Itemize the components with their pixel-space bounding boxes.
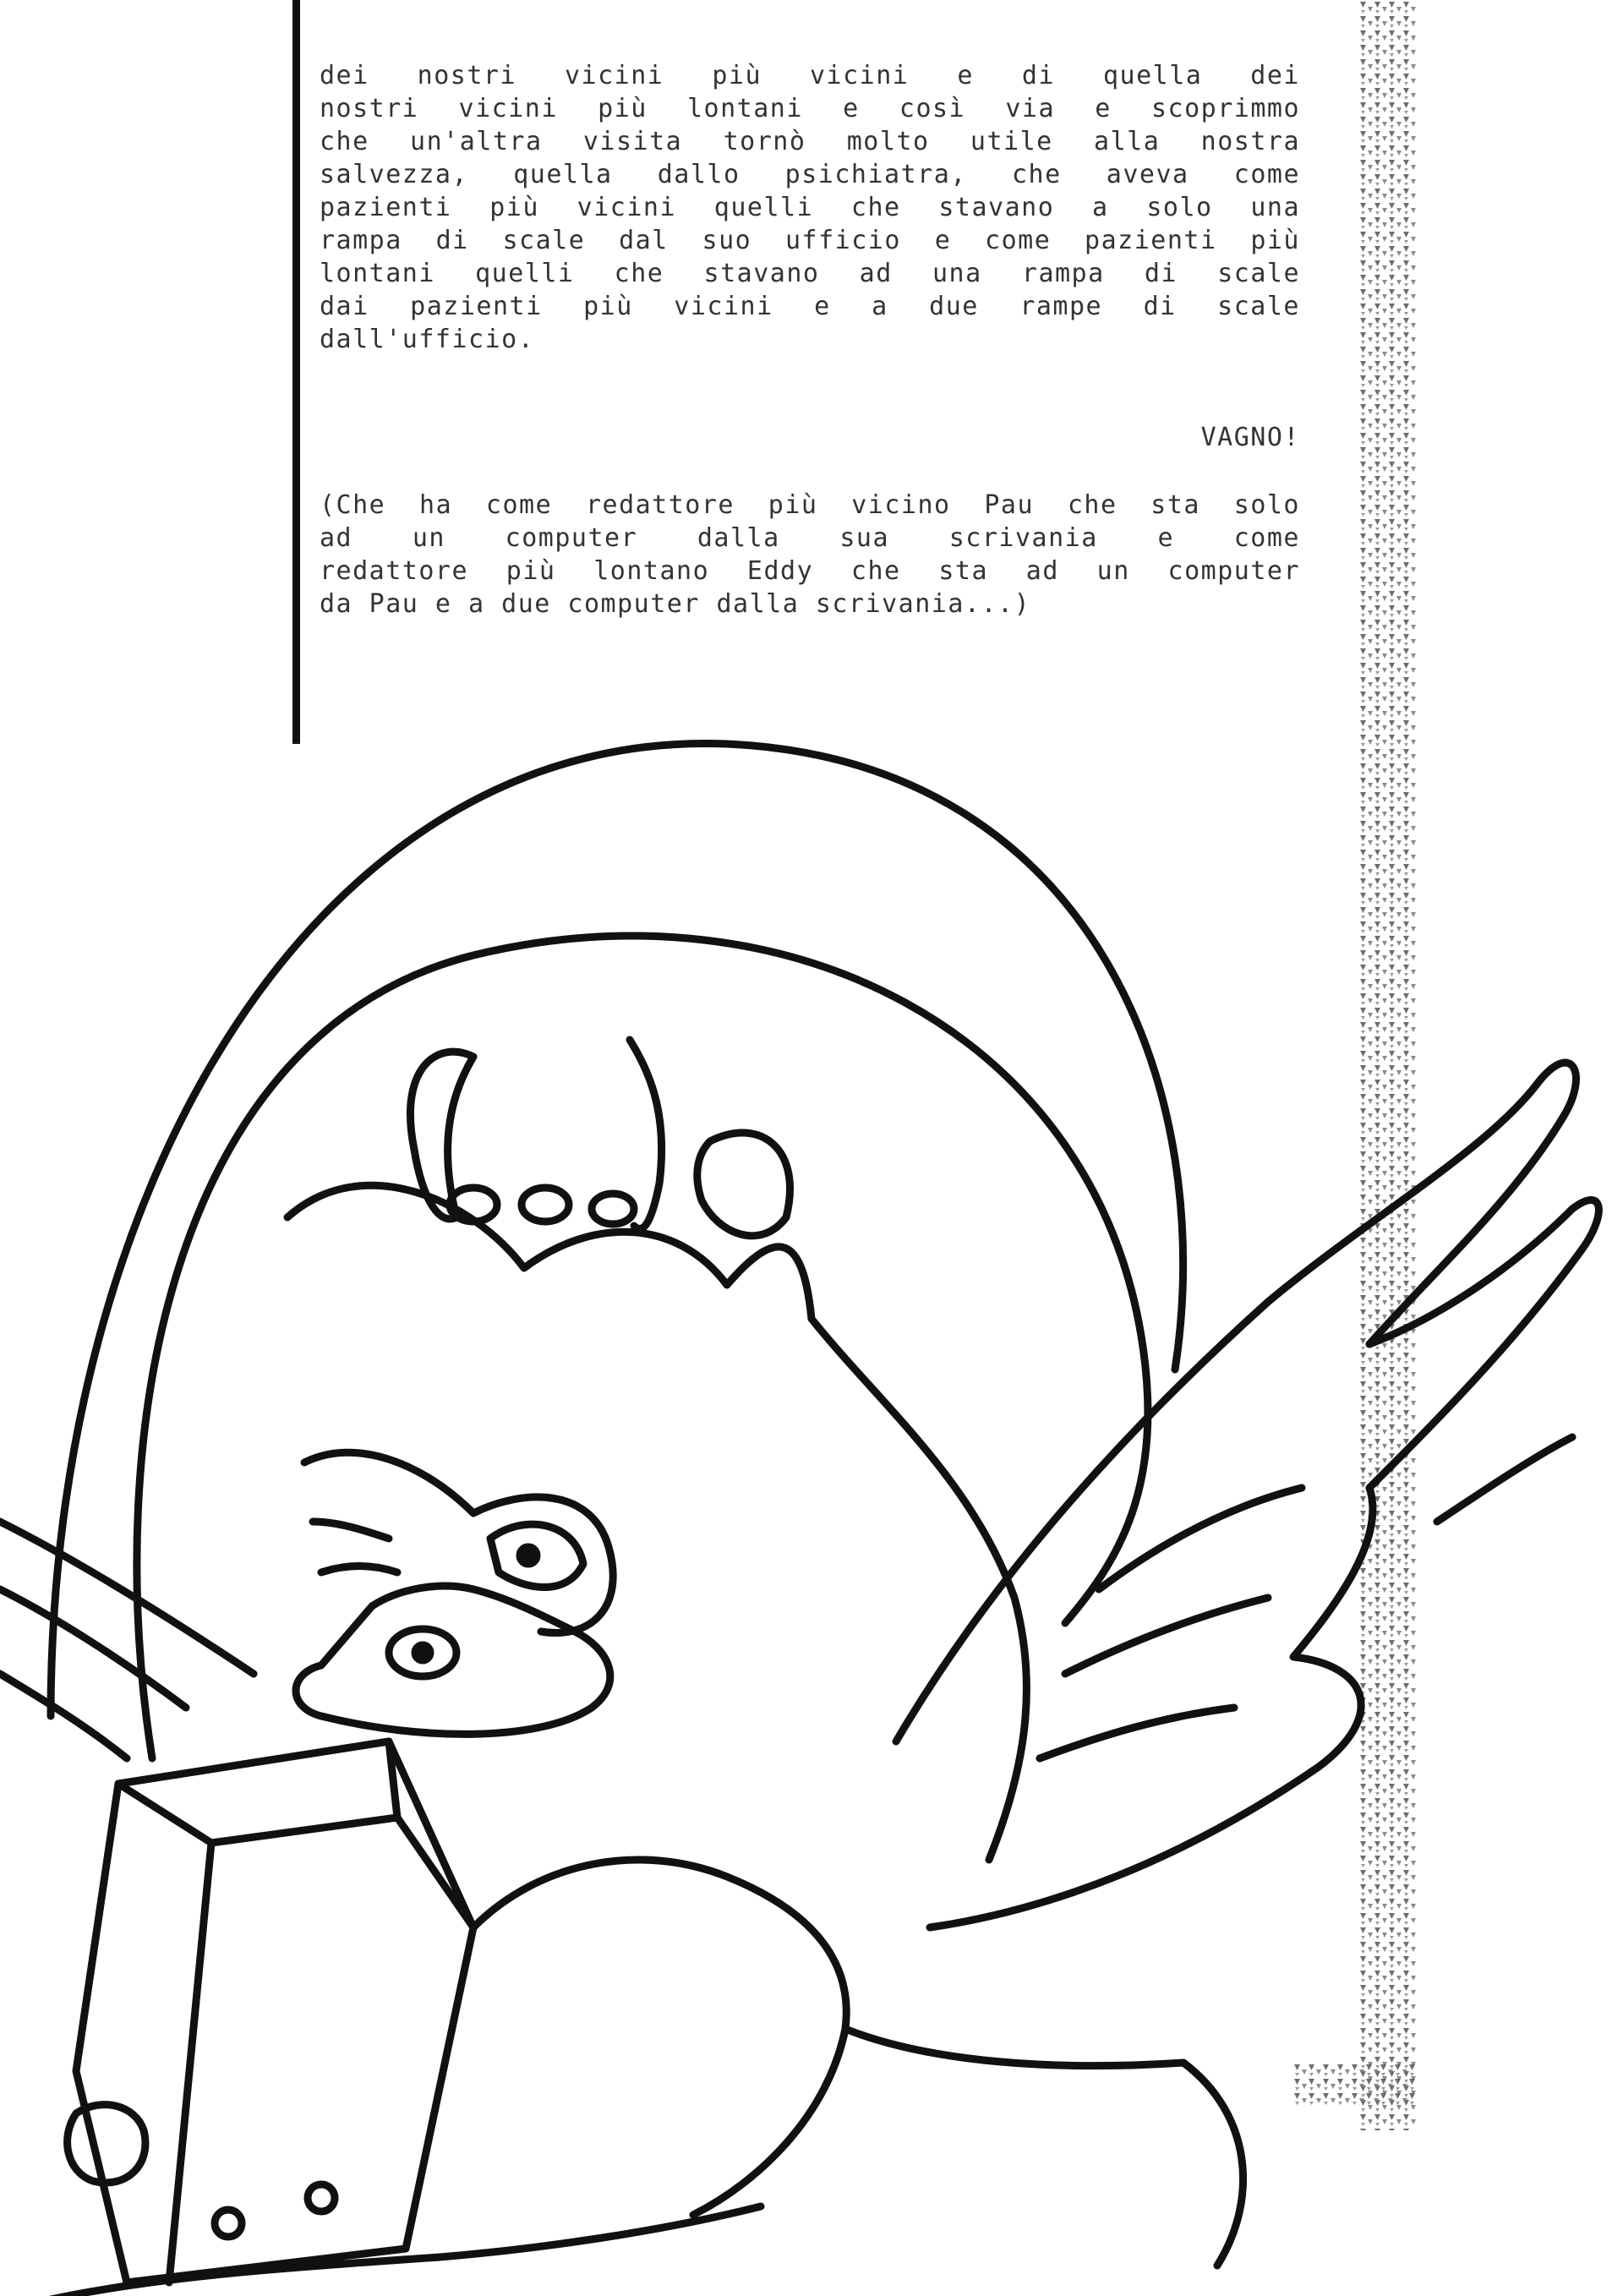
motion-line [0, 1517, 258, 1678]
note-line: redattore più lontano Eddy che sta ad un… [320, 556, 1300, 586]
face-contour [300, 1448, 617, 1637]
book-spine [165, 1839, 216, 2287]
text-line: salvezza, quella dallo psichiatra, che a… [320, 160, 1300, 189]
text-line: nostri vicini più lontani e così via e s… [320, 94, 1300, 123]
book-top [114, 1737, 402, 1847]
text-line: che un'altra visita tornò molto utile al… [320, 127, 1300, 156]
note-line: ad un computer dalla sua scrivania e com… [320, 523, 1300, 553]
text-line: lontani quelli che stavano ad una rampa … [320, 259, 1300, 288]
feather-line [1095, 1484, 1306, 1594]
zine-page: dei nostri vicini più vicini e di quella… [0, 0, 1623, 2296]
editor-note: (Che ha come redattore più vicino Pau ch… [320, 489, 1300, 620]
robe-button [210, 2206, 246, 2241]
text-line: pazienti più vicini quelli che stavano a… [320, 193, 1300, 222]
vertical-border-line [292, 0, 300, 744]
book-edge [393, 1813, 478, 1932]
whisker [309, 1517, 393, 1543]
text-line: dei nostri vicini più vicini e di quella… [320, 61, 1300, 90]
feather-line [1061, 1594, 1272, 1678]
text-line: rampa di scale dal suo ufficio e come pa… [320, 226, 1300, 255]
author-signature: VAGNO! [1200, 423, 1300, 452]
feather-line [1433, 1433, 1577, 1526]
paragraph: dei nostri vicini più vicini e di quella… [320, 59, 1300, 356]
ear-inner [693, 1129, 794, 1240]
book-cover [72, 1737, 478, 2287]
text-line: dai pazienti più vicini e a due rampe di… [320, 292, 1300, 321]
pupil [516, 1543, 541, 1568]
brow-mark [517, 1184, 573, 1226]
robe-line [841, 2025, 1248, 2270]
nostril [411, 1641, 434, 1665]
note-line: da Pau e a due computer dalla scrivania.… [320, 589, 1031, 619]
feather-line [1036, 1703, 1238, 1763]
wing-upper [892, 1058, 1580, 1746]
forearm [469, 1856, 850, 2219]
thumb [63, 2101, 150, 2187]
note-line: (Che ha come redattore più vicino Pau ch… [320, 490, 1300, 520]
whisker [317, 1562, 402, 1577]
saint-figure-illustration [0, 740, 1603, 2296]
motion-line [0, 1670, 131, 1763]
body-text: dei nostri vicini più vicini e di quella… [320, 59, 1300, 356]
robe-button [303, 2180, 339, 2216]
brow-mark [587, 1189, 638, 1228]
text-line: dall'ufficio. [320, 325, 535, 354]
